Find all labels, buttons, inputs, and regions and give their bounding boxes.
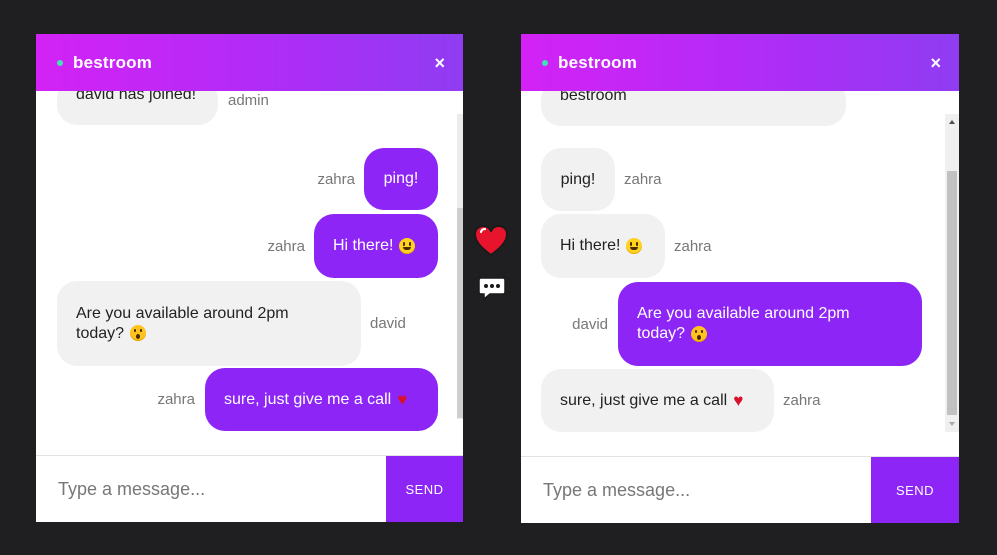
message-row: ping! zahra [541, 148, 662, 211]
message-sender: david [370, 315, 406, 332]
message-text: sure, just give me a call [560, 391, 728, 409]
message-text: Are you available around 2pm [637, 305, 850, 322]
scroll-up-arrow-icon[interactable] [949, 120, 955, 124]
online-status-dot [57, 60, 63, 66]
message-input[interactable] [36, 456, 386, 522]
message-bubble: Hi there! [541, 214, 665, 278]
message-row: Are you available around 2pm today? davi… [57, 281, 406, 366]
message-composer: SEND [521, 456, 959, 523]
message-text: Hi there! [333, 237, 394, 254]
close-button[interactable]: × [930, 54, 941, 72]
message-bubble: Are you available around 2pm today? [618, 282, 922, 366]
message-bubble: Are you available around 2pm today? [57, 281, 361, 366]
red-heart-icon: ♥ [397, 390, 408, 409]
grinning-face-icon [399, 238, 416, 254]
send-button[interactable]: SEND [386, 456, 463, 522]
message-sender: zahra [157, 391, 195, 408]
close-button[interactable]: × [434, 54, 445, 72]
chat-header: bestroom × [521, 34, 959, 91]
message-text: david has joined! [76, 91, 197, 103]
message-bubble: david has joined! [57, 91, 218, 125]
message-row: david has joined! admin [57, 91, 269, 125]
surprised-face-icon [691, 325, 708, 342]
chat-window-right: bestroom × bestroom ping! zahra Hi there… [521, 34, 959, 523]
message-text-line2: today? [637, 325, 686, 342]
message-row: bestroom [541, 91, 846, 126]
message-sender: zahra [674, 237, 712, 255]
red-heart-icon: ♥ [733, 391, 744, 410]
send-button[interactable]: SEND [871, 457, 959, 523]
message-input[interactable] [521, 457, 871, 523]
message-row: Are you available around 2pm today? davi… [572, 282, 922, 366]
message-text: Are you available around 2pm [76, 304, 289, 322]
speech-bubble-ellipsis-icon[interactable] [478, 276, 506, 302]
message-bubble: sure, just give me a call ♥ [541, 369, 774, 432]
message-row: Hi there! zahra [267, 214, 438, 278]
message-bubble: ping! [364, 148, 438, 210]
message-bubble: Hi there! [314, 214, 438, 278]
grinning-face-icon [626, 238, 643, 254]
message-row: ping! zahra [317, 148, 438, 210]
message-sender: zahra [783, 392, 821, 409]
scrollbar-thumb[interactable] [457, 208, 463, 418]
message-text: Hi there! [560, 237, 621, 254]
message-sender: zahra [317, 170, 355, 188]
message-text: ping! [560, 170, 596, 188]
message-list[interactable]: bestroom ping! zahra Hi there! zahra Are… [521, 91, 959, 455]
message-list[interactable]: david has joined! admin ping! zahra Hi t… [36, 91, 463, 455]
message-bubble: bestroom [541, 91, 846, 126]
message-sender: zahra [267, 237, 305, 255]
message-text: sure, just give me a call [224, 390, 392, 408]
message-sender: david [572, 315, 608, 333]
room-title: bestroom [73, 52, 153, 72]
message-text-line2: today? [76, 324, 125, 342]
scrollbar-thumb[interactable] [947, 171, 957, 415]
scrollbar[interactable] [945, 114, 959, 432]
message-composer: SEND [36, 455, 463, 522]
room-title: bestroom [558, 52, 638, 72]
message-sender: zahra [624, 171, 662, 188]
chat-window-left: bestroom × david has joined! admin ping!… [36, 34, 463, 522]
chat-header: bestroom × [36, 34, 463, 91]
message-row: Hi there! zahra [541, 214, 712, 278]
message-sender: admin [228, 92, 269, 109]
message-bubble: sure, just give me a call ♥ [205, 368, 438, 431]
surprised-face-icon [130, 325, 147, 342]
message-row: sure, just give me a call ♥ zahra [157, 368, 438, 431]
red-heart-icon[interactable] [472, 222, 510, 260]
message-bubble: ping! [541, 148, 615, 211]
message-text: ping! [383, 170, 419, 187]
message-text: bestroom [560, 91, 627, 104]
online-status-dot [542, 60, 548, 66]
message-row: sure, just give me a call ♥ zahra [541, 369, 821, 432]
scroll-down-arrow-icon[interactable] [949, 422, 955, 426]
